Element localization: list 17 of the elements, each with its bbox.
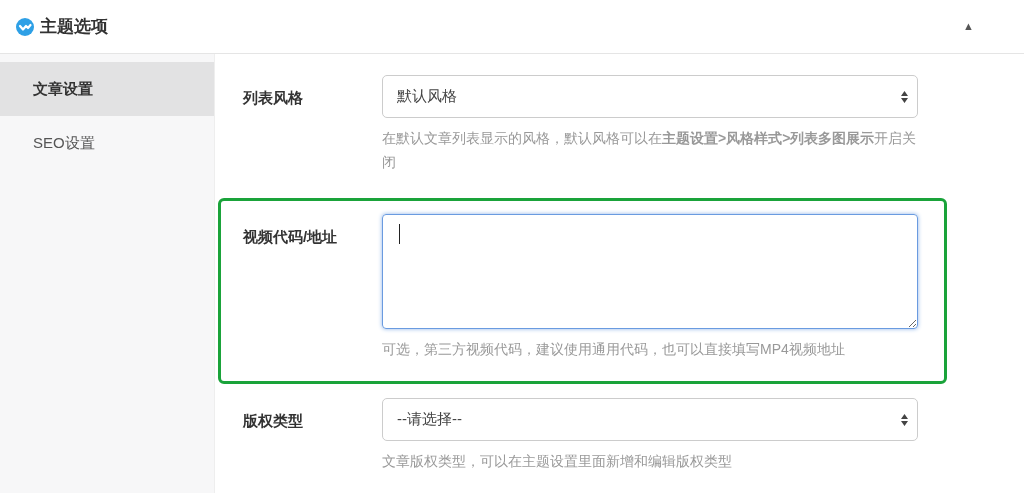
field-label: 列表风格 [243,88,304,108]
sort-arrows-icon [900,89,909,104]
sidebar-item[interactable]: 文章设置 [0,62,214,116]
panel-title: 主题选项 [40,15,108,38]
help-text: 文章版权类型，可以在主题设置里面新增和编辑版权类型 [382,452,733,471]
select-field[interactable]: 默认风格 [382,75,918,118]
logo-icon [16,17,34,36]
text-cursor [399,224,400,244]
collapse-toggle[interactable]: ▲ [963,18,974,35]
input-field[interactable] [382,214,918,329]
field-label: 版权类型 [243,411,304,431]
field-label: 视频代码/地址 [243,227,339,247]
sidebar-item[interactable]: SEO设置 [0,116,214,170]
help-text: 可选，第三方视频代码，建议使用通用代码，也可以直接填写MP4视频地址 [382,340,846,359]
help-text: 在默认文章列表显示的风格，默认风格可以在主题设置>风格样式>列表多图展示开启关闭 [382,129,918,172]
select-field[interactable]: --请选择-- [382,398,918,441]
sort-arrows-icon [900,412,909,427]
